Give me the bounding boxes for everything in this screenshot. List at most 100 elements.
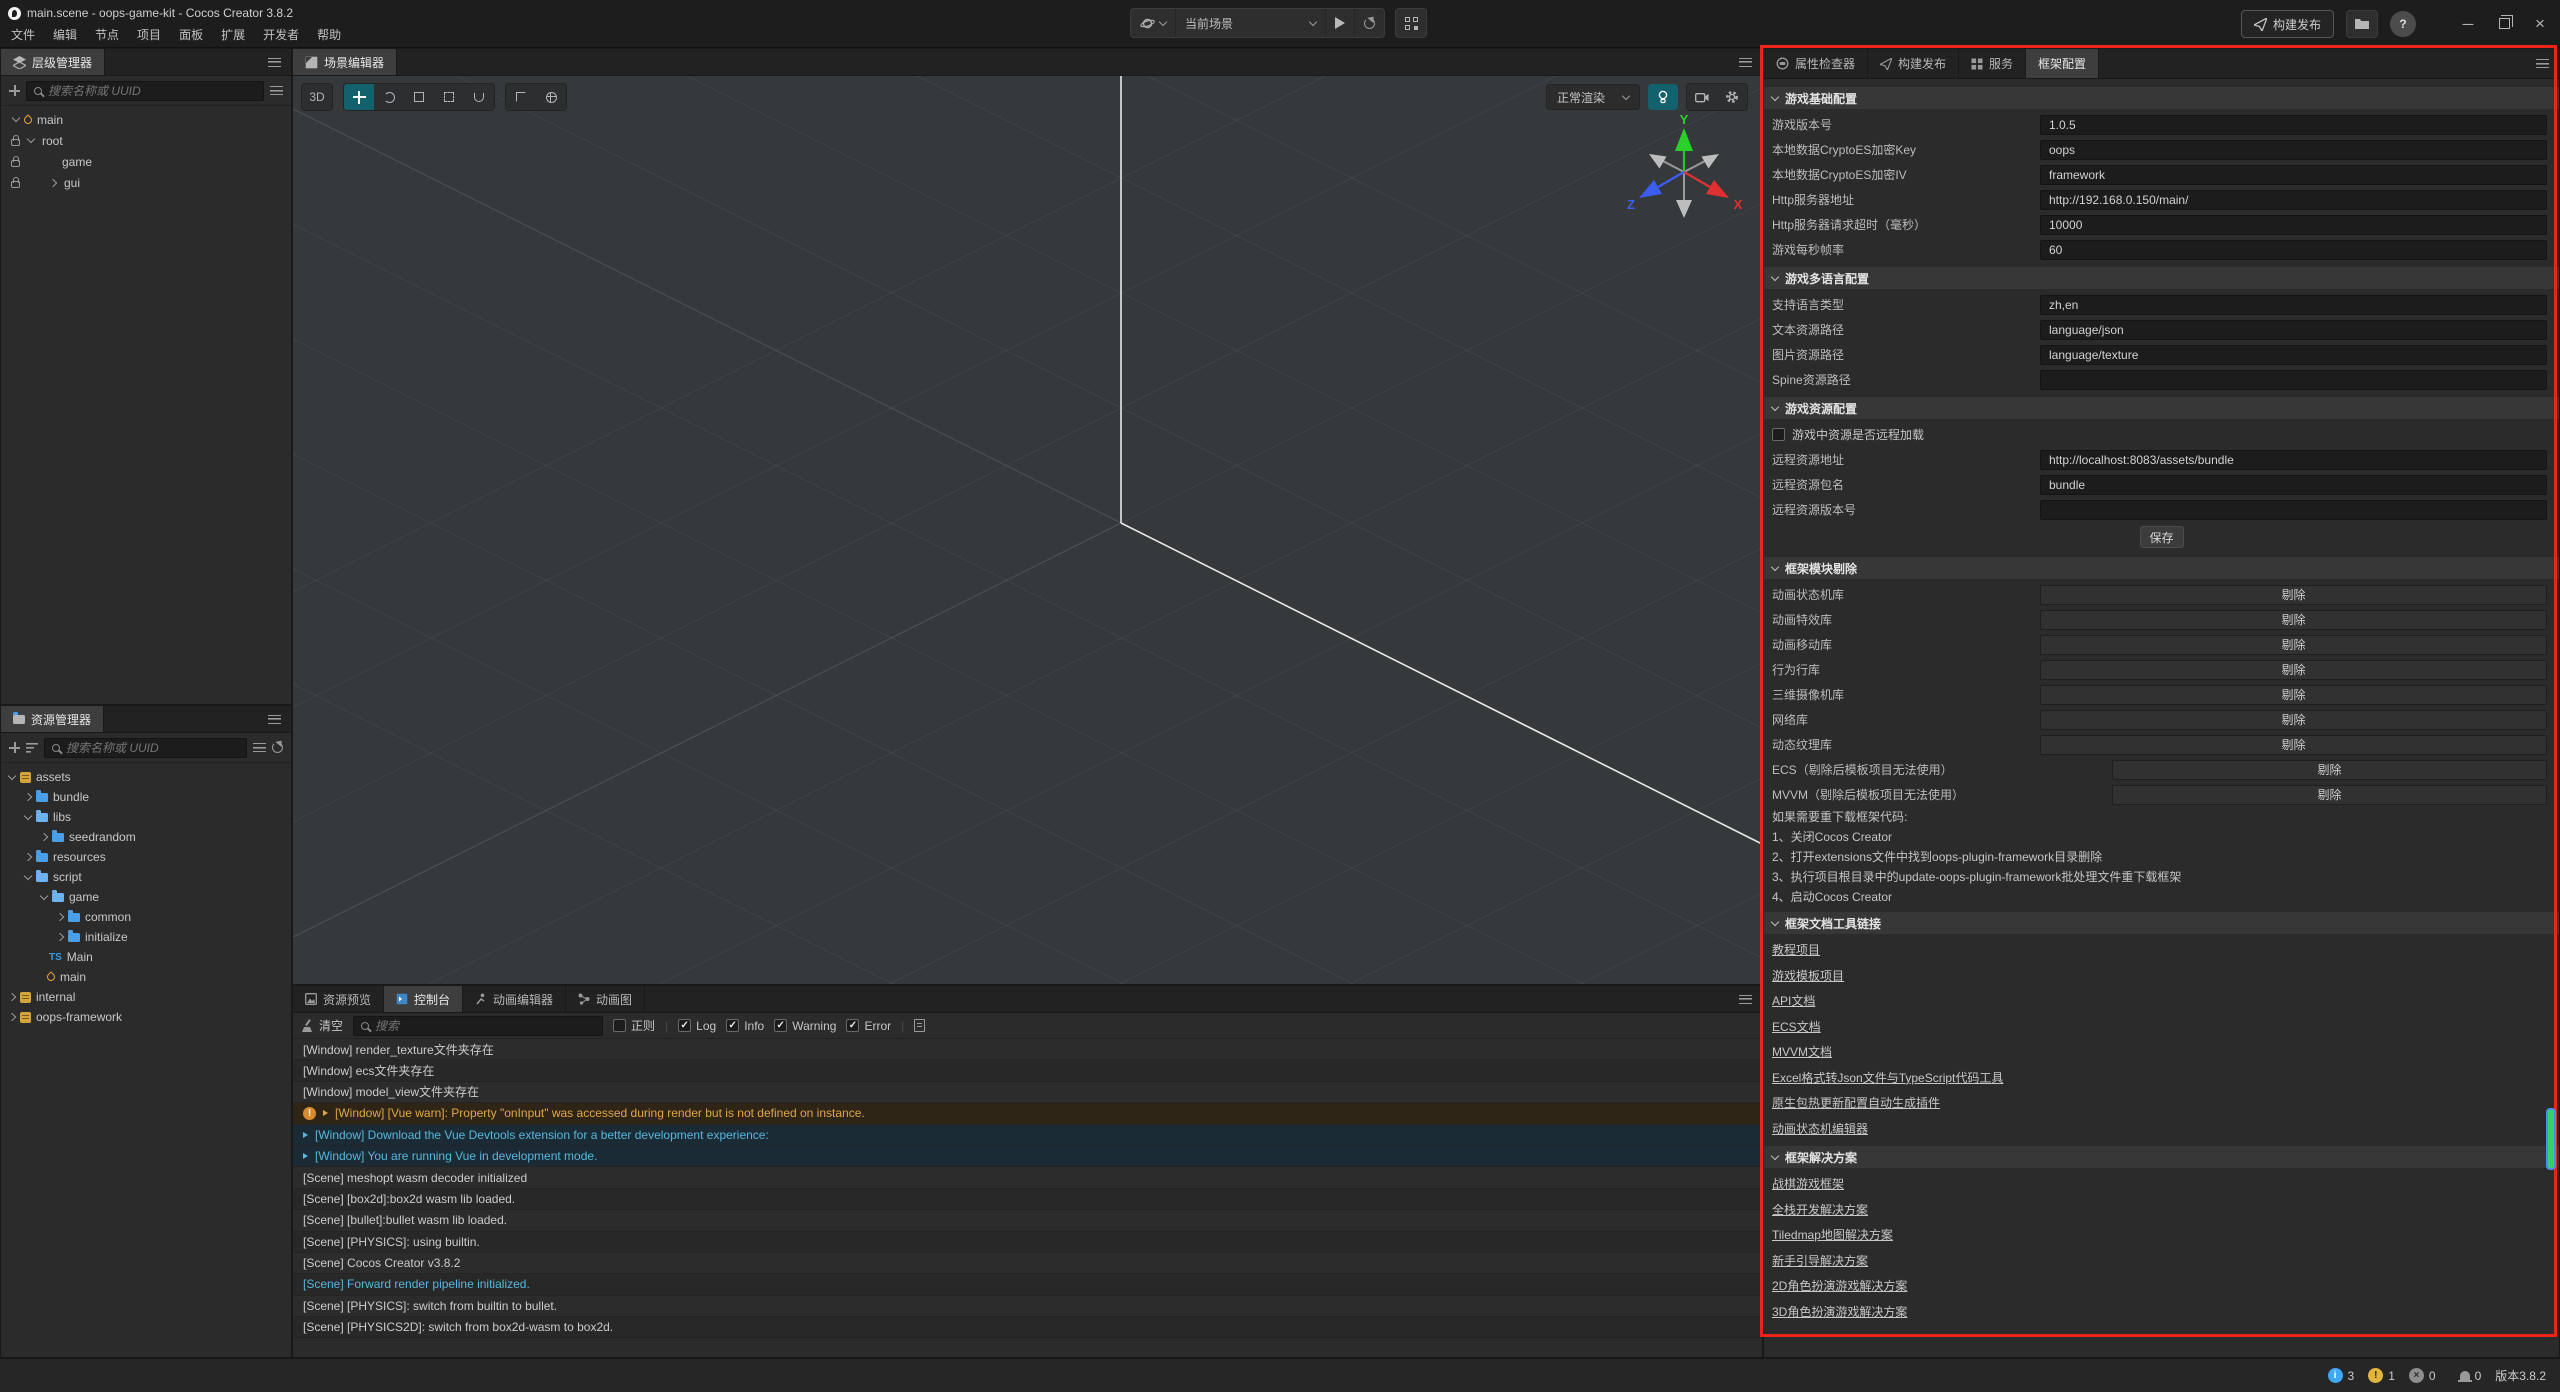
- checkbox-checked[interactable]: ✓: [726, 1019, 739, 1032]
- console-search-input[interactable]: [375, 1019, 595, 1033]
- tab-scene-editor[interactable]: 场景编辑器: [293, 49, 397, 75]
- status-notifications[interactable]: 0: [2460, 1369, 2482, 1383]
- link-hotupdate-plugin[interactable]: 原生包热更新配置自动生成插件: [1772, 1094, 1940, 1111]
- log-row[interactable]: [Scene] [PHYSICS]: using builtin.: [293, 1232, 1762, 1253]
- move-tool-button[interactable]: [344, 84, 374, 110]
- tab-services[interactable]: 服务: [1959, 49, 2026, 78]
- tab-animation-graph[interactable]: 动画图: [566, 986, 645, 1012]
- expand-arrow-icon[interactable]: [303, 1132, 308, 1138]
- asset-node-initialize[interactable]: initialize: [1, 927, 291, 947]
- text-res-path-input[interactable]: [2040, 320, 2547, 340]
- gizmo-tool-button[interactable]: [464, 84, 494, 110]
- asset-node-game[interactable]: game: [1, 887, 291, 907]
- filter-warning-checkbox[interactable]: ✓Warning: [774, 1019, 836, 1033]
- rotate-tool-button[interactable]: [374, 84, 404, 110]
- http-timeout-input[interactable]: [2040, 215, 2547, 235]
- menu-file[interactable]: 文件: [2, 25, 44, 46]
- tree-node-gui[interactable]: gui: [1, 172, 291, 193]
- asset-node-main-scene[interactable]: main: [1, 967, 291, 987]
- scene-settings-button[interactable]: [1717, 84, 1747, 110]
- section-solutions[interactable]: 框架解决方案: [1764, 1146, 2559, 1168]
- hierarchy-search[interactable]: [26, 81, 264, 101]
- hierarchy-search-input[interactable]: [48, 84, 256, 98]
- scene-light-toggle[interactable]: [1648, 84, 1678, 110]
- link-api-docs[interactable]: API文档: [1772, 992, 1815, 1009]
- refresh-assets-icon[interactable]: [272, 742, 283, 753]
- window-close-button[interactable]: ×: [2528, 14, 2552, 34]
- log-row[interactable]: [Window] model_view文件夹存在: [293, 1082, 1762, 1103]
- checkbox-unchecked[interactable]: [613, 1019, 626, 1032]
- expand-arrow-icon[interactable]: [323, 1110, 328, 1116]
- menu-panel[interactable]: 面板: [170, 25, 212, 46]
- lock-icon[interactable]: [11, 139, 20, 146]
- menu-edit[interactable]: 编辑: [44, 25, 86, 46]
- lock-icon[interactable]: [11, 160, 20, 167]
- view-gizmo[interactable]: Y X Z: [1619, 114, 1749, 244]
- asset-node-main-ts[interactable]: TS Main: [1, 947, 291, 967]
- log-row-info[interactable]: [Scene] Forward render pipeline initiali…: [293, 1274, 1762, 1295]
- link-3d-rpg-solution[interactable]: 3D角色扮演游戏解决方案: [1772, 1303, 1907, 1320]
- regex-checkbox[interactable]: 正则: [613, 1017, 655, 1034]
- scene-menu-icon[interactable]: [1739, 58, 1752, 67]
- console-menu-icon[interactable]: [1739, 995, 1752, 1004]
- section-language-config[interactable]: 游戏多语言配置: [1764, 267, 2559, 289]
- log-row[interactable]: [Scene] [PHYSICS]: switch from builtin t…: [293, 1296, 1762, 1317]
- menu-project[interactable]: 项目: [128, 25, 170, 46]
- link-template-project[interactable]: 游戏模板项目: [1772, 967, 1844, 984]
- link-tactics-framework[interactable]: 战棋游戏框架: [1772, 1175, 1844, 1192]
- link-2d-rpg-solution[interactable]: 2D角色扮演游戏解决方案: [1772, 1277, 1907, 1294]
- tree-node-main[interactable]: main: [1, 109, 291, 130]
- inspector-scrollbar-thumb[interactable]: [2546, 1108, 2556, 1170]
- asset-node-libs[interactable]: libs: [1, 807, 291, 827]
- asset-node-internal[interactable]: internal: [1, 987, 291, 1007]
- spine-res-path-input[interactable]: [2040, 370, 2547, 390]
- filter-info-checkbox[interactable]: ✓Info: [726, 1019, 764, 1033]
- trim-ecs-button[interactable]: 剔除: [2112, 760, 2547, 780]
- link-tiledmap-solution[interactable]: Tiledmap地图解决方案: [1772, 1226, 1893, 1243]
- checkbox-checked[interactable]: ✓: [678, 1019, 691, 1032]
- trim-mvvm-button[interactable]: 剔除: [2112, 785, 2547, 805]
- expand-arrow-icon[interactable]: [303, 1153, 308, 1159]
- assets-search[interactable]: [44, 738, 247, 758]
- status-info[interactable]: i 3: [2328, 1368, 2355, 1383]
- remote-res-url-input[interactable]: [2040, 450, 2547, 470]
- section-doc-links[interactable]: 框架文档工具链接: [1764, 912, 2559, 934]
- log-row[interactable]: [Scene] [bullet]:bullet wasm lib loaded.: [293, 1210, 1762, 1231]
- status-error[interactable]: × 0: [2409, 1368, 2436, 1383]
- remote-res-bundle-input[interactable]: [2040, 475, 2547, 495]
- rect-tool-button[interactable]: [434, 84, 464, 110]
- asset-node-assets[interactable]: assets: [1, 767, 291, 787]
- window-maximize-button[interactable]: [2492, 16, 2516, 33]
- menu-node[interactable]: 节点: [86, 25, 128, 46]
- asset-node-seedrandom[interactable]: seedrandom: [1, 827, 291, 847]
- build-publish-button[interactable]: 构建发布: [2241, 10, 2334, 38]
- hierarchy-filter-icon[interactable]: [270, 86, 283, 95]
- crypto-iv-input[interactable]: [2040, 165, 2547, 185]
- http-server-input[interactable]: [2040, 190, 2547, 210]
- gizmo-z-cone[interactable]: [1639, 180, 1662, 198]
- gizmo-x-cone[interactable]: [1706, 180, 1729, 198]
- assets-filter-icon[interactable]: [253, 743, 266, 752]
- trim-effect-button[interactable]: 剔除: [2040, 610, 2547, 630]
- link-fullstack-solution[interactable]: 全栈开发解决方案: [1772, 1201, 1868, 1218]
- coordinate-toggle-button[interactable]: [536, 84, 566, 110]
- log-row[interactable]: [Window] ecs文件夹存在: [293, 1060, 1762, 1081]
- asset-node-oops-framework[interactable]: oops-framework: [1, 1007, 291, 1027]
- filter-log-checkbox[interactable]: ✓Log: [678, 1019, 716, 1033]
- lock-icon[interactable]: [11, 181, 20, 188]
- menu-developer[interactable]: 开发者: [254, 25, 308, 46]
- assets-menu-icon[interactable]: [268, 715, 281, 724]
- 3d-mode-button[interactable]: 3D: [302, 84, 332, 110]
- tab-property-inspector[interactable]: 属性检查器: [1764, 49, 1868, 78]
- checkbox-checked[interactable]: ✓: [774, 1019, 787, 1032]
- inspector-content[interactable]: 游戏基础配置 游戏版本号 本地数据CryptoES加密Key 本地数据Crypt…: [1764, 80, 2559, 1357]
- play-button[interactable]: [1326, 9, 1355, 37]
- trim-move-button[interactable]: 剔除: [2040, 635, 2547, 655]
- tree-node-root[interactable]: root: [1, 130, 291, 151]
- tab-hierarchy[interactable]: 层级管理器: [1, 49, 105, 75]
- tab-animator[interactable]: 动画编辑器: [463, 986, 566, 1012]
- trim-camera-button[interactable]: 剔除: [2040, 685, 2547, 705]
- trim-animator-button[interactable]: 剔除: [2040, 585, 2547, 605]
- scale-tool-button[interactable]: [404, 84, 434, 110]
- console-search[interactable]: [353, 1016, 603, 1036]
